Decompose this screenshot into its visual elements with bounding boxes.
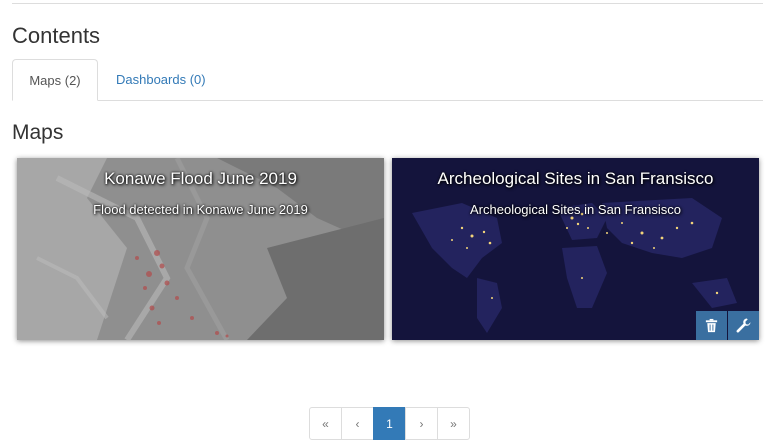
next-page-button[interactable]: › xyxy=(405,407,438,440)
prev-page-button[interactable]: ‹ xyxy=(341,407,374,440)
first-page-button[interactable]: « xyxy=(309,407,342,440)
last-page-button[interactable]: » xyxy=(437,407,470,440)
page-1-button[interactable]: 1 xyxy=(373,407,406,440)
maps-section-title: Maps xyxy=(12,121,64,144)
wrench-icon xyxy=(736,318,751,333)
tab-maps[interactable]: Maps (2) xyxy=(12,59,98,101)
map-card-konawe[interactable]: Konawe Flood June 2019 Flood detected in… xyxy=(17,158,384,340)
top-divider xyxy=(12,0,763,4)
map-card-actions xyxy=(695,311,759,340)
pagination: « ‹ 1 › » xyxy=(309,407,470,440)
contents-title: Contents xyxy=(12,23,101,48)
configure-map-button[interactable] xyxy=(728,311,759,340)
delete-map-button[interactable] xyxy=(696,311,727,340)
trash-icon xyxy=(705,318,718,333)
content-tabs: Maps (2) Dashboards (0) xyxy=(12,59,763,101)
map-card-title[interactable]: Archeological Sites in San Fransisco xyxy=(392,169,759,189)
map-card-description: Archeological Sites in San Fransisco xyxy=(470,202,681,217)
tab-dashboards[interactable]: Dashboards (0) xyxy=(101,59,221,100)
map-card-archeological[interactable]: Archeological Sites in San Fransisco Arc… xyxy=(392,158,759,340)
map-card-description: Flood detected in Konawe June 2019 xyxy=(93,202,308,217)
map-card-title[interactable]: Konawe Flood June 2019 xyxy=(17,169,384,189)
